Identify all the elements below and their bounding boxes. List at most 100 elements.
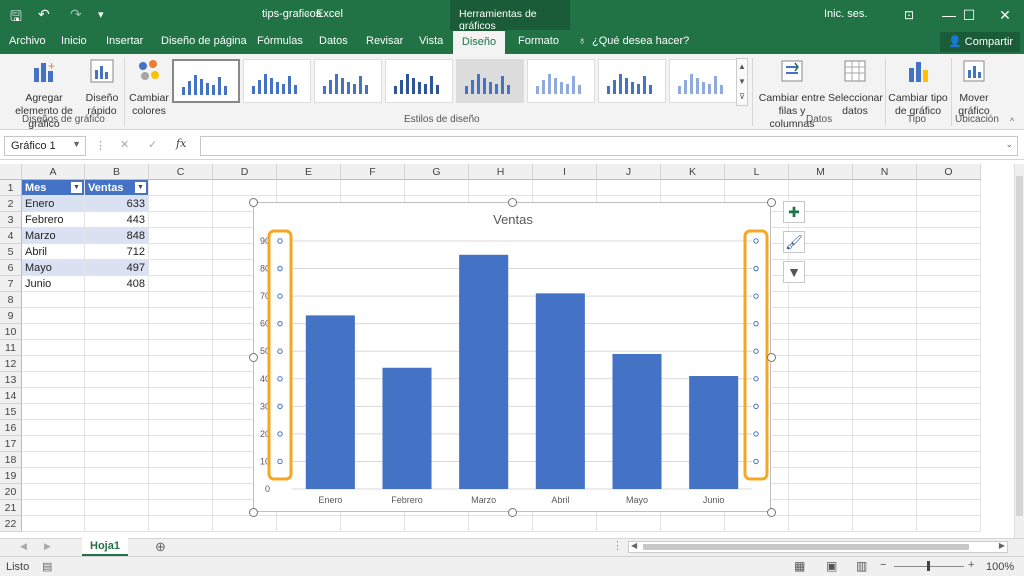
tab-insertar[interactable]: Insertar bbox=[106, 35, 143, 47]
row-header[interactable]: 3 bbox=[0, 212, 22, 228]
grid-cell[interactable] bbox=[85, 468, 149, 484]
grid-cell[interactable] bbox=[149, 196, 213, 212]
tab-vista[interactable]: Vista bbox=[419, 35, 443, 47]
zoom-level[interactable]: 100% bbox=[986, 561, 1014, 573]
chart-style-thumbnail[interactable] bbox=[172, 59, 240, 103]
column-header[interactable]: I bbox=[533, 164, 597, 180]
grid-cell[interactable] bbox=[533, 516, 597, 532]
chart-style-thumbnail[interactable] bbox=[385, 59, 453, 103]
horizontal-scroll-thumb[interactable] bbox=[643, 544, 969, 550]
grid-cell[interactable] bbox=[85, 452, 149, 468]
expand-formula-icon[interactable]: ⌄ bbox=[1005, 139, 1013, 150]
row-header[interactable]: 7 bbox=[0, 276, 22, 292]
grid-cell[interactable] bbox=[149, 388, 213, 404]
resize-handle[interactable] bbox=[508, 198, 517, 207]
grid-cell[interactable] bbox=[405, 516, 469, 532]
axis-selection-point[interactable] bbox=[753, 293, 759, 299]
tab-datos[interactable]: Datos bbox=[319, 35, 348, 47]
chart-style-thumbnail[interactable] bbox=[527, 59, 595, 103]
row-header[interactable]: 1 bbox=[0, 180, 22, 196]
row-header[interactable]: 16 bbox=[0, 420, 22, 436]
grid-cell[interactable] bbox=[213, 180, 277, 196]
tab-split-icon[interactable]: ⋮ bbox=[612, 539, 623, 552]
close-button[interactable]: ✕ bbox=[990, 4, 1020, 26]
grid-cell[interactable] bbox=[789, 340, 853, 356]
grid-cell[interactable] bbox=[149, 260, 213, 276]
grid-cell[interactable] bbox=[789, 468, 853, 484]
row-header[interactable]: 9 bbox=[0, 308, 22, 324]
macro-record-icon[interactable]: ▤ bbox=[42, 560, 52, 573]
grid-cell[interactable] bbox=[917, 404, 981, 420]
axis-selection-point[interactable] bbox=[277, 293, 283, 299]
row-header[interactable]: 14 bbox=[0, 388, 22, 404]
grid-cell[interactable] bbox=[149, 372, 213, 388]
table-cell[interactable]: Enero bbox=[22, 196, 85, 212]
grid-cell[interactable] bbox=[917, 388, 981, 404]
chart-style-thumbnail[interactable] bbox=[314, 59, 382, 103]
table-cell[interactable]: Marzo bbox=[22, 228, 85, 244]
select-all-corner[interactable] bbox=[0, 164, 22, 180]
column-header[interactable]: H bbox=[469, 164, 533, 180]
row-header[interactable]: 20 bbox=[0, 484, 22, 500]
axis-selection-point[interactable] bbox=[753, 458, 759, 465]
grid-cell[interactable] bbox=[597, 516, 661, 532]
grid-cell[interactable] bbox=[853, 420, 917, 436]
grid-cell[interactable] bbox=[149, 212, 213, 228]
table-cell[interactable]: Mayo bbox=[22, 260, 85, 276]
grid-cell[interactable] bbox=[917, 244, 981, 260]
tab-formulas[interactable]: Fórmulas bbox=[257, 35, 303, 47]
row-header[interactable]: 12 bbox=[0, 356, 22, 372]
grid-cell[interactable] bbox=[853, 260, 917, 276]
chart-style-thumbnail[interactable] bbox=[456, 59, 524, 103]
grid-cell[interactable] bbox=[149, 228, 213, 244]
undo-icon[interactable]: ↶ bbox=[38, 6, 50, 23]
grid-cell[interactable] bbox=[917, 308, 981, 324]
grid-cell[interactable] bbox=[725, 516, 789, 532]
name-box[interactable]: Gráfico 1 ▼ bbox=[4, 136, 86, 156]
axis-selection-point[interactable] bbox=[277, 348, 283, 354]
grid-cell[interactable] bbox=[85, 308, 149, 324]
column-header[interactable]: N bbox=[853, 164, 917, 180]
grid-cell[interactable] bbox=[149, 436, 213, 452]
scroll-left-icon[interactable]: ◀ bbox=[631, 541, 637, 550]
column-header[interactable]: D bbox=[213, 164, 277, 180]
select-data-button[interactable]: Seleccionar datos bbox=[828, 58, 883, 118]
grid-cell[interactable] bbox=[149, 468, 213, 484]
redo-icon[interactable]: ↷ bbox=[70, 6, 82, 23]
grid-cell[interactable] bbox=[85, 388, 149, 404]
grid-cell[interactable] bbox=[149, 340, 213, 356]
grid-cell[interactable] bbox=[853, 436, 917, 452]
grid-cell[interactable] bbox=[22, 356, 85, 372]
grid-cell[interactable] bbox=[22, 324, 85, 340]
grid-cell[interactable] bbox=[22, 500, 85, 516]
row-header[interactable]: 2 bbox=[0, 196, 22, 212]
tell-me-box[interactable]: ¿Qué desea hacer? bbox=[592, 35, 689, 47]
grid-cell[interactable] bbox=[853, 228, 917, 244]
grid-cell[interactable] bbox=[789, 452, 853, 468]
grid-cell[interactable] bbox=[149, 180, 213, 196]
resize-handle[interactable] bbox=[249, 198, 258, 207]
save-icon[interactable]: 🖫 bbox=[10, 6, 22, 30]
grid-cell[interactable] bbox=[789, 404, 853, 420]
table-header-cell[interactable]: Mes ▼ bbox=[22, 180, 85, 196]
grid-cell[interactable] bbox=[85, 356, 149, 372]
customize-qat-icon[interactable]: ▾ bbox=[98, 8, 104, 21]
grid-cell[interactable] bbox=[597, 180, 661, 196]
row-header[interactable]: 10 bbox=[0, 324, 22, 340]
grid-cell[interactable] bbox=[917, 260, 981, 276]
grid-cell[interactable] bbox=[853, 212, 917, 228]
grid-cell[interactable] bbox=[22, 436, 85, 452]
vertical-scrollbar[interactable] bbox=[1014, 164, 1024, 538]
table-cell[interactable]: 443 bbox=[85, 212, 149, 228]
new-sheet-icon[interactable]: ⊕ bbox=[155, 539, 166, 555]
collapse-ribbon-icon[interactable]: ^ bbox=[1010, 116, 1014, 126]
gallery-scroll[interactable]: ▲ ▼ ⊽ bbox=[736, 58, 748, 106]
grid-cell[interactable] bbox=[789, 484, 853, 500]
grid-cell[interactable] bbox=[853, 500, 917, 516]
change-chart-type-button[interactable]: Cambiar tipo de gráfico bbox=[888, 58, 948, 118]
grid-cell[interactable] bbox=[917, 500, 981, 516]
tab-diseno-pagina[interactable]: Diseño de página bbox=[161, 35, 247, 47]
row-header[interactable]: 11 bbox=[0, 340, 22, 356]
change-colors-button[interactable]: Cambiar colores bbox=[128, 58, 170, 118]
chart-elements-button[interactable]: ✚ bbox=[783, 201, 805, 223]
